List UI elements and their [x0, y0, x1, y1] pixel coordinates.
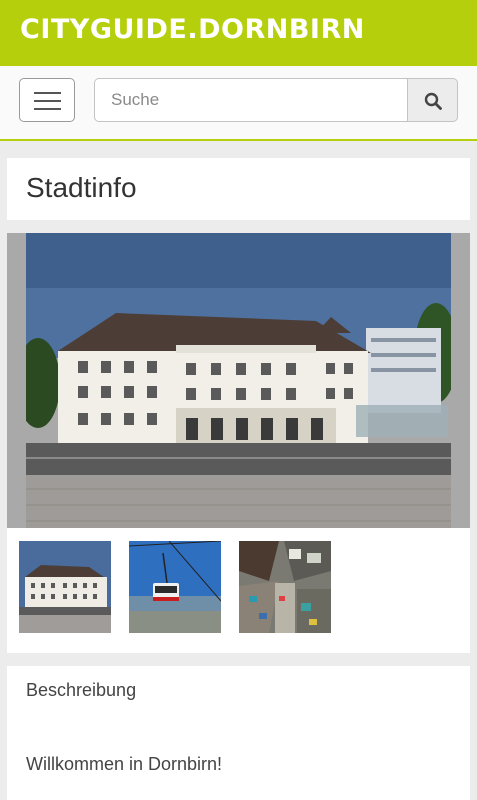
town-hall-photo	[26, 233, 451, 528]
menu-bar-icon	[34, 108, 61, 110]
description-card: Beschreibung Willkommen in Dornbirn!	[7, 666, 470, 800]
image-gallery	[7, 233, 470, 653]
brand-header: CITYGUIDE.DORNBIRN	[0, 0, 477, 66]
page-title: Stadtinfo	[26, 172, 137, 203]
search-icon	[424, 92, 442, 110]
nav-bar	[0, 66, 477, 141]
aerial-market-thumbnail	[239, 541, 331, 633]
thumbnail-town-hall[interactable]	[19, 541, 111, 633]
main-photo[interactable]	[7, 233, 470, 528]
title-card: Stadtinfo	[7, 158, 470, 220]
search-input[interactable]	[94, 78, 408, 122]
menu-bar-icon	[34, 92, 61, 94]
search-button[interactable]	[407, 78, 458, 122]
thumbnail-cable-car[interactable]	[129, 541, 221, 633]
description-text: Willkommen in Dornbirn!	[26, 754, 223, 774]
thumbnail-aerial-market[interactable]	[239, 541, 331, 633]
cityguide-logo[interactable]: CITYGUIDE.DORNBIRN	[20, 14, 365, 45]
town-hall-thumbnail	[19, 541, 111, 633]
description-heading: Beschreibung	[26, 680, 137, 700]
cable-car-thumbnail	[129, 541, 221, 633]
menu-bar-icon	[34, 100, 61, 102]
hamburger-menu-button[interactable]	[19, 78, 75, 122]
